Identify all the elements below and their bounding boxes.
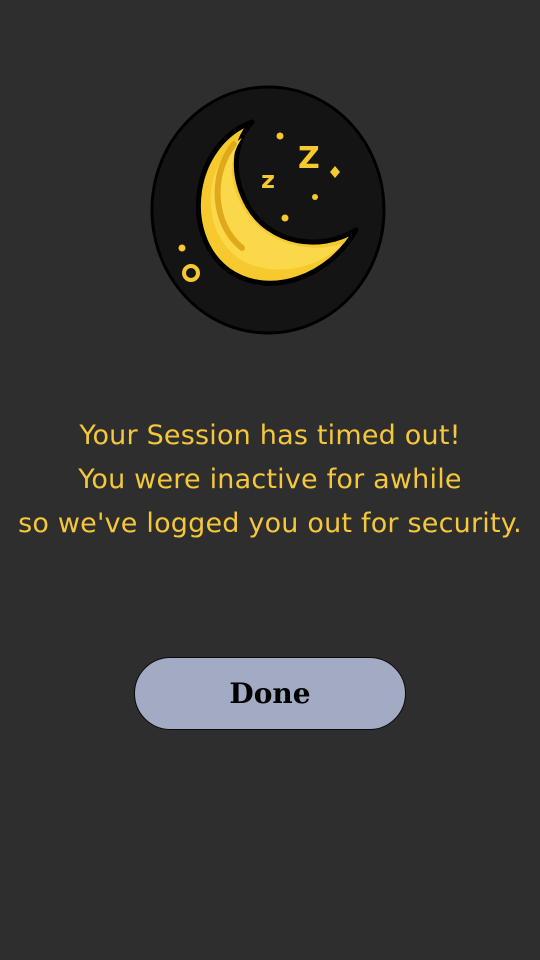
star-dot	[178, 244, 186, 252]
message-line-security: so we've logged you out for security.	[18, 508, 522, 539]
sleeping-moon-icon: z Z	[150, 84, 390, 336]
snore-z-large: Z	[298, 141, 320, 176]
snore-z-small: z	[261, 166, 275, 194]
message-line-inactive: You were inactive for awhile	[78, 464, 462, 495]
star-dot	[312, 194, 318, 200]
done-button[interactable]: Done	[134, 657, 406, 730]
message-title: Your Session has timed out!	[79, 420, 461, 451]
session-timeout-screen: z Z Your Session has timed out! You were…	[0, 0, 540, 960]
star-dot	[281, 214, 289, 222]
star-dot	[276, 132, 284, 140]
timeout-message: Your Session has timed out! You were ina…	[0, 414, 540, 546]
moon-badge-circle	[150, 85, 386, 335]
